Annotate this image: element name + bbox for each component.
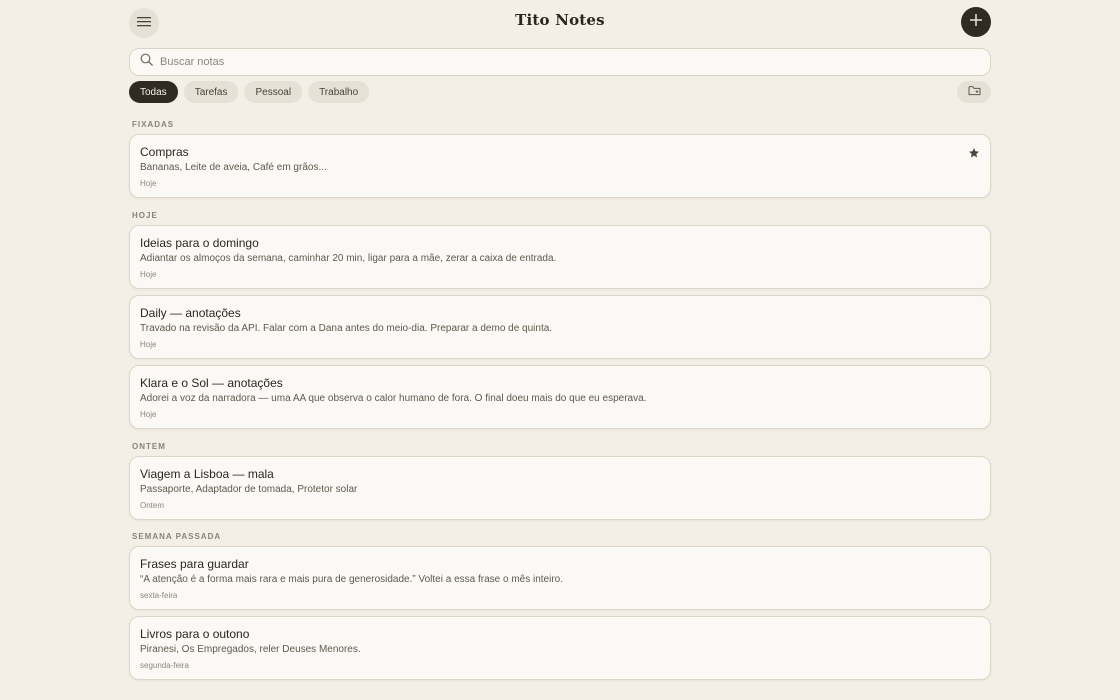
filter-chip-trabalho[interactable]: Trabalho <box>308 81 370 103</box>
note-title: Ideias para o domingo <box>140 236 259 250</box>
folders-button[interactable] <box>957 81 991 103</box>
note-title: Frases para guardar <box>140 557 249 571</box>
note-preview: Travado na revisão da API. Falar com a D… <box>140 323 553 334</box>
note-date: Ontem <box>140 501 165 510</box>
note-preview: Adiantar os almoços da semana, caminhar … <box>140 253 557 264</box>
note-preview: Piranesi, Os Empregados, reler Deuses Me… <box>140 644 361 655</box>
section-label-last-week: SEMANA PASSADA <box>132 532 222 541</box>
note-title: Klara e o Sol — anotações <box>140 376 283 390</box>
filter-chips: Todas Tarefas Pessoal Trabalho <box>129 81 370 103</box>
add-note-button[interactable] <box>961 7 991 37</box>
section-label-pinned: FIXADAS <box>132 120 175 129</box>
note-date: segunda-feira <box>140 661 189 670</box>
note-title: Viagem a Lisboa — mala <box>140 467 274 481</box>
note-preview: “A atenção é a forma mais rara e mais pu… <box>140 574 563 585</box>
top-bar: Tito Notes <box>0 0 1120 44</box>
note-card[interactable]: Livros para o outono Piranesi, Os Empreg… <box>129 616 991 680</box>
filter-chip-todas[interactable]: Todas <box>129 81 178 103</box>
note-card[interactable]: Klara e o Sol — anotações Adorei a voz d… <box>129 365 991 429</box>
filter-chip-tarefas[interactable]: Tarefas <box>183 81 239 103</box>
note-card[interactable]: Frases para guardar “A atenção é a forma… <box>129 546 991 610</box>
search-icon <box>140 53 153 71</box>
note-card[interactable]: Compras Bananas, Leite de aveia, Café em… <box>129 134 991 198</box>
folder-icon <box>968 83 981 101</box>
note-date: Hoje <box>140 179 157 188</box>
note-card[interactable]: Daily — anotações Travado na revisão da … <box>129 295 991 359</box>
note-date: Hoje <box>140 270 157 279</box>
section-label-yesterday: ONTEM <box>132 442 166 451</box>
note-title: Livros para o outono <box>140 627 250 641</box>
search-bar <box>129 48 991 76</box>
note-date: Hoje <box>140 340 157 349</box>
search-input[interactable] <box>160 56 960 68</box>
note-preview: Passaporte, Adaptador de tomada, Proteto… <box>140 484 358 495</box>
note-preview: Bananas, Leite de aveia, Café em grãos..… <box>140 162 327 173</box>
note-date: sexta-feira <box>140 591 178 600</box>
note-card[interactable]: Ideias para o domingo Adiantar os almoço… <box>129 225 991 289</box>
note-title: Daily — anotações <box>140 306 241 320</box>
note-date: Hoje <box>140 410 157 419</box>
note-title: Compras <box>140 145 189 159</box>
filter-chip-pessoal[interactable]: Pessoal <box>244 81 303 103</box>
section-label-today: HOJE <box>132 211 158 220</box>
star-icon[interactable] <box>968 146 980 164</box>
note-card[interactable]: Viagem a Lisboa — mala Passaporte, Adapt… <box>129 456 991 520</box>
plus-icon <box>970 13 982 31</box>
note-preview: Adorei a voz da narradora — uma AA que o… <box>140 393 647 404</box>
app-title: Tito Notes <box>515 11 605 29</box>
